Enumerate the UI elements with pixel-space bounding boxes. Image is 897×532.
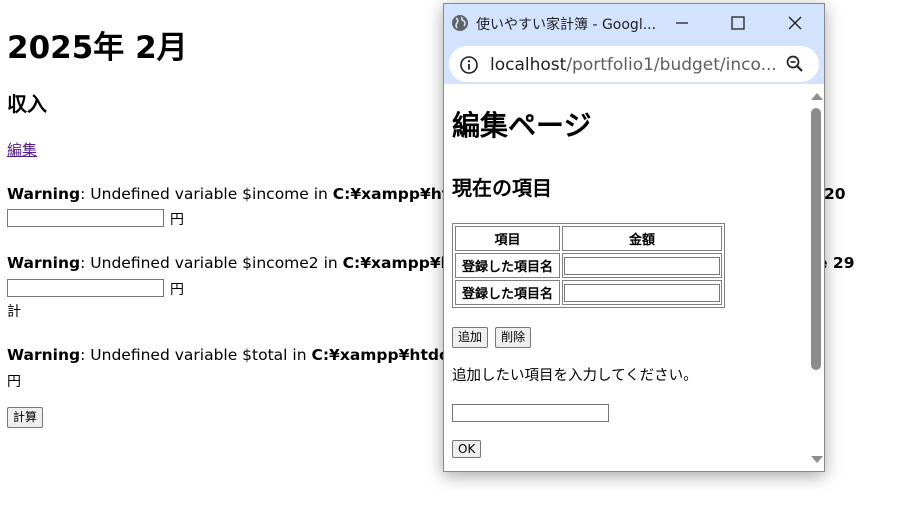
warning-income: Warning: Undefined variable $income in C… <box>7 185 480 203</box>
warning-label: Warning <box>7 254 81 272</box>
zoom-icon[interactable] <box>785 54 805 74</box>
column-header-amount: 金額 <box>562 226 722 251</box>
popup-content: 編集ページ 現在の項目 項目 金額 登録した項目名 登録した項目名 追加 削除 … <box>444 84 824 471</box>
popup-window: 使いやすい家計簿 - Googl... localhost/portfolio1… <box>443 3 825 472</box>
edit-link[interactable]: 編集 <box>7 139 37 160</box>
warning-message: : Undefined variable $total in <box>80 346 312 364</box>
table-header-row: 項目 金額 <box>455 226 722 251</box>
amount-input[interactable] <box>564 283 720 302</box>
minimize-icon[interactable] <box>671 12 693 34</box>
item-name-cell: 登録した項目名 <box>455 280 560 305</box>
warning-label: Warning <box>7 185 81 203</box>
title-bar[interactable]: 使いやすい家計簿 - Googl... <box>444 4 824 42</box>
vertical-scrollbar[interactable] <box>808 84 824 471</box>
amount-input[interactable] <box>564 256 720 275</box>
warning-total: Warning: Undefined variable $total in C:… <box>7 346 479 364</box>
warning-message: : Undefined variable $income in <box>80 185 333 203</box>
url-path: /portfolio1/budget/inco... <box>566 55 777 75</box>
delete-button[interactable]: 削除 <box>495 327 532 348</box>
add-button[interactable]: 追加 <box>452 327 489 348</box>
globe-icon <box>452 15 468 31</box>
edit-page-title: 編集ページ <box>452 109 592 142</box>
yen-unit: 円 <box>170 212 184 228</box>
column-header-item: 項目 <box>455 226 560 251</box>
add-item-prompt: 追加したい項目を入力してください。 <box>452 368 698 384</box>
current-items-title: 現在の項目 <box>452 176 552 200</box>
items-table: 項目 金額 登録した項目名 登録した項目名 <box>452 223 725 308</box>
amount-cell <box>562 280 722 305</box>
table-row: 登録した項目名 <box>455 253 722 278</box>
amount-cell <box>562 253 722 278</box>
yen-unit: 円 <box>7 374 21 390</box>
table-row: 登録した項目名 <box>455 280 722 305</box>
calculate-button[interactable]: 計算 <box>7 407 44 428</box>
warning-income2: Warning: Undefined variable $income2 in … <box>7 254 481 272</box>
new-item-input[interactable] <box>452 404 609 422</box>
url-field[interactable]: localhost/portfolio1/budget/inco... <box>449 46 819 82</box>
address-bar: localhost/portfolio1/budget/inco... <box>444 42 824 84</box>
item-name-cell: 登録した項目名 <box>455 253 560 278</box>
section-title-income: 収入 <box>7 92 47 116</box>
income-input-2[interactable] <box>7 279 164 297</box>
action-buttons: 追加 削除 <box>452 326 533 348</box>
url-host: localhost <box>490 55 567 75</box>
scroll-thumb[interactable] <box>811 108 821 370</box>
close-icon[interactable] <box>784 12 806 34</box>
maximize-icon[interactable] <box>727 12 749 34</box>
window-title: 使いやすい家計簿 - Googl... <box>476 17 657 33</box>
scroll-up-arrow-icon[interactable] <box>811 93 823 100</box>
warning-message: : Undefined variable $income2 in <box>80 254 343 272</box>
page-title: 2025年 2月 <box>7 30 188 66</box>
income-input-1[interactable] <box>7 209 164 227</box>
warning-line-tail: 20 <box>824 185 846 203</box>
ok-button[interactable]: OK <box>452 440 482 458</box>
url-text: localhost/portfolio1/budget/inco... <box>490 55 777 75</box>
info-icon[interactable] <box>459 55 479 75</box>
yen-unit: 円 <box>170 282 184 298</box>
scroll-down-arrow-icon[interactable] <box>811 456 823 463</box>
warning-label: Warning <box>7 346 81 364</box>
total-label: 計 <box>7 304 21 320</box>
